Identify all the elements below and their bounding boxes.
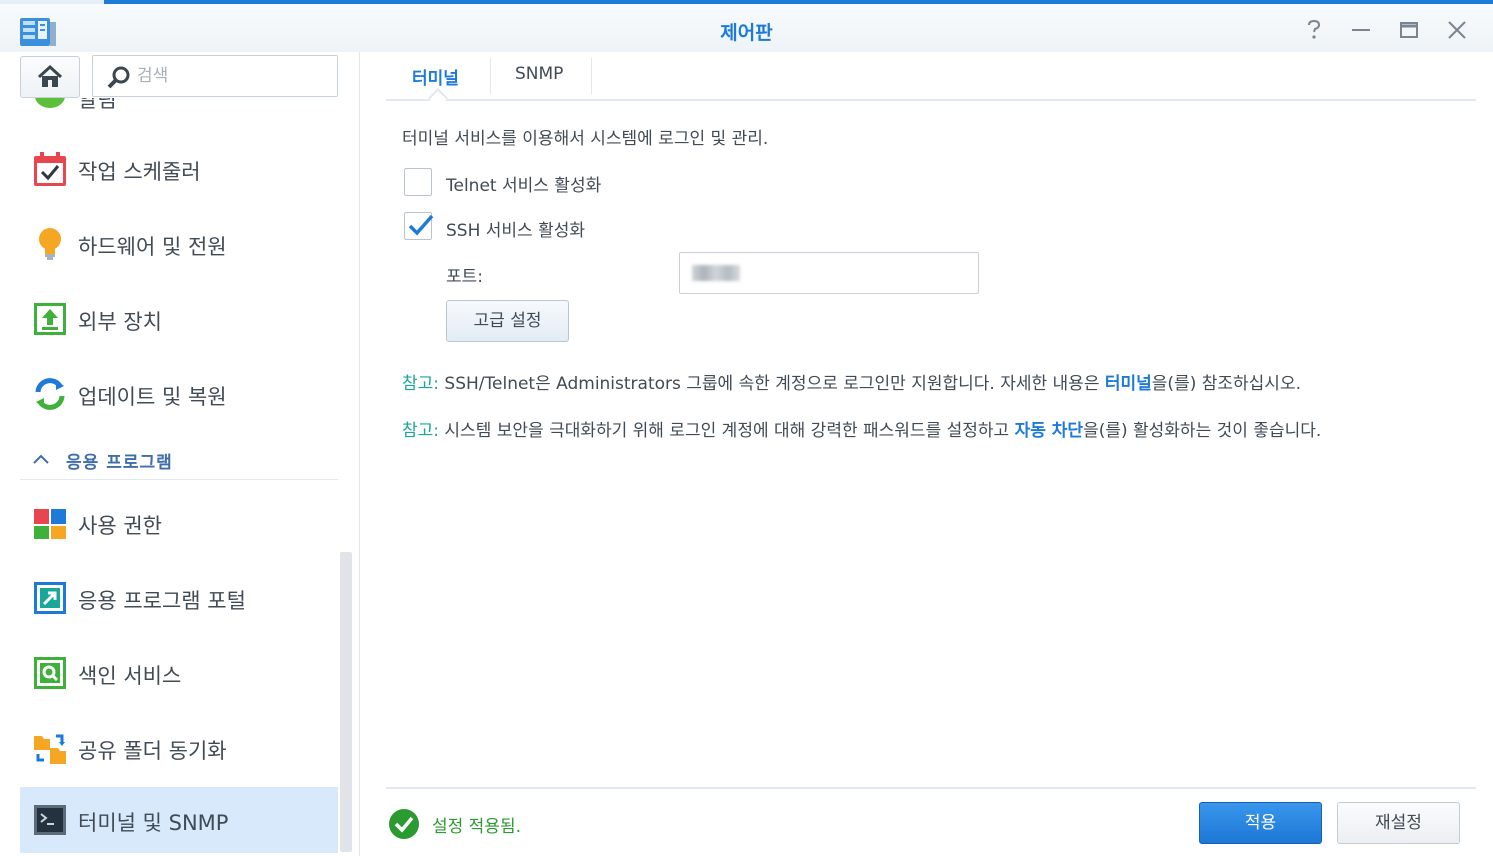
- sidebar-item-update-restore[interactable]: 업데이트 및 복원: [20, 361, 338, 427]
- note-security: 참고: 시스템 보안을 극대화하기 위해 로그인 계정에 대해 강력한 패스워드…: [402, 416, 1462, 446]
- task-scheduler-icon: [34, 152, 66, 186]
- sidebar-item-label: 외부 장치: [78, 310, 162, 334]
- terminal-description: 터미널 서비스를 이용해서 시스템에 로그인 및 관리.: [402, 129, 769, 149]
- app-portal-icon: [34, 582, 66, 614]
- port-field[interactable]: [679, 252, 979, 294]
- sidebar-item-label: 업데이트 및 복원: [78, 385, 227, 409]
- reset-button[interactable]: 재설정: [1337, 802, 1460, 844]
- home-icon: [37, 65, 63, 87]
- shared-folder-sync-icon: [34, 734, 66, 764]
- sidebar-scrollbar[interactable]: [340, 552, 352, 852]
- update-restore-icon: [35, 378, 65, 410]
- maximize-icon[interactable]: [1397, 18, 1421, 42]
- tab-bar: 터미널 SNMP: [386, 52, 1476, 108]
- notification-icon: [35, 98, 65, 108]
- sidebar-item-label: 공유 폴더 동기화: [78, 739, 227, 763]
- sidebar-item-shared-folder-sync[interactable]: 공유 폴더 동기화: [20, 715, 338, 781]
- search-icon: [107, 66, 130, 89]
- sidebar-item-label: 하드웨어 및 전원: [78, 235, 227, 259]
- window-title: 제어판: [720, 22, 773, 44]
- indexing-service-icon: [34, 657, 66, 689]
- close-icon[interactable]: [1445, 18, 1469, 42]
- note-tag: 참고:: [402, 421, 440, 441]
- sidebar: 알림 작업 스케줄러 하드웨어 및 전원: [0, 52, 360, 856]
- tab-divider: [591, 58, 592, 94]
- sidebar-item-privileges[interactable]: 사용 권한: [20, 490, 338, 556]
- sidebar-item-label: 작업 스케줄러: [78, 160, 201, 184]
- sidebar-item-label: 사용 권한: [78, 514, 162, 538]
- tab-terminal[interactable]: 터미널: [412, 64, 459, 92]
- search-input[interactable]: [137, 64, 327, 88]
- sidebar-item-label: 터미널 및 SNMP: [78, 811, 229, 835]
- sidebar-section-label: 응용 프로그램: [66, 453, 173, 473]
- auto-block-link[interactable]: 자동 차단: [1015, 421, 1083, 441]
- telnet-checkbox-label[interactable]: Telnet 서비스 활성화: [446, 171, 601, 196]
- sidebar-item-label: 색인 서비스: [78, 664, 182, 688]
- checkmark-icon: [408, 214, 434, 236]
- minimize-icon[interactable]: [1349, 18, 1373, 42]
- note-text: 을(를) 활성화하는 것이 좋습니다.: [1083, 421, 1322, 441]
- port-label: 포트:: [446, 267, 484, 287]
- sidebar-item-label: 알림: [78, 98, 117, 112]
- ssh-checkbox[interactable]: [404, 212, 434, 240]
- note-text: 시스템 보안을 극대화하기 위해 로그인 계정에 대해 강력한 패스워드를 설정…: [439, 421, 1015, 441]
- terminal-icon: [34, 805, 66, 835]
- sidebar-item-terminal-snmp[interactable]: 터미널 및 SNMP: [20, 787, 338, 853]
- help-icon[interactable]: [1302, 18, 1326, 42]
- sidebar-item-partial[interactable]: 알림: [20, 98, 338, 118]
- note-ssh-telnet: 참고: SSH/Telnet은 Administrators 그룹에 속한 계정…: [402, 369, 1301, 399]
- note-tag: 참고:: [402, 374, 440, 394]
- chevron-up-icon: [33, 454, 49, 464]
- lightbulb-icon: [39, 228, 61, 260]
- external-device-icon: [34, 303, 66, 335]
- apply-button[interactable]: 적용: [1199, 802, 1322, 844]
- tab-snmp[interactable]: SNMP: [515, 64, 563, 92]
- terminal-help-link[interactable]: 터미널: [1105, 374, 1152, 394]
- home-button[interactable]: [20, 56, 80, 98]
- telnet-checkbox[interactable]: [404, 168, 432, 196]
- ssh-checkbox-label[interactable]: SSH 서비스 활성화: [446, 216, 585, 241]
- status-message: 설정 적용됨.: [432, 817, 522, 837]
- sidebar-item-hardware-power[interactable]: 하드웨어 및 전원: [20, 211, 338, 277]
- note-text: 을(를) 참조하십시오.: [1151, 374, 1301, 394]
- main-panel: 터미널 SNMP 터미널 서비스를 이용해서 시스템에 로그인 및 관리. Te…: [386, 52, 1476, 856]
- sidebar-section-applications[interactable]: 응용 프로그램: [20, 442, 338, 480]
- tab-divider: [490, 58, 491, 94]
- sidebar-item-application-portal[interactable]: 응용 프로그램 포털: [20, 565, 338, 631]
- sidebar-item-task-scheduler[interactable]: 작업 스케줄러: [20, 136, 338, 202]
- success-check-icon: [389, 809, 419, 839]
- port-value-redacted: [692, 265, 740, 281]
- advanced-settings-button[interactable]: 고급 설정: [446, 300, 569, 342]
- privileges-icon: [34, 509, 66, 539]
- sidebar-item-indexing-service[interactable]: 색인 서비스: [20, 640, 338, 706]
- note-text: SSH/Telnet은 Administrators 그룹에 속한 계정으로 로…: [439, 374, 1105, 394]
- search-box[interactable]: [92, 55, 338, 97]
- sidebar-item-external-devices[interactable]: 외부 장치: [20, 286, 338, 352]
- footer-divider: [386, 787, 1476, 789]
- sidebar-item-label: 응용 프로그램 포털: [78, 589, 246, 613]
- title-bar[interactable]: 제어판: [0, 4, 1493, 52]
